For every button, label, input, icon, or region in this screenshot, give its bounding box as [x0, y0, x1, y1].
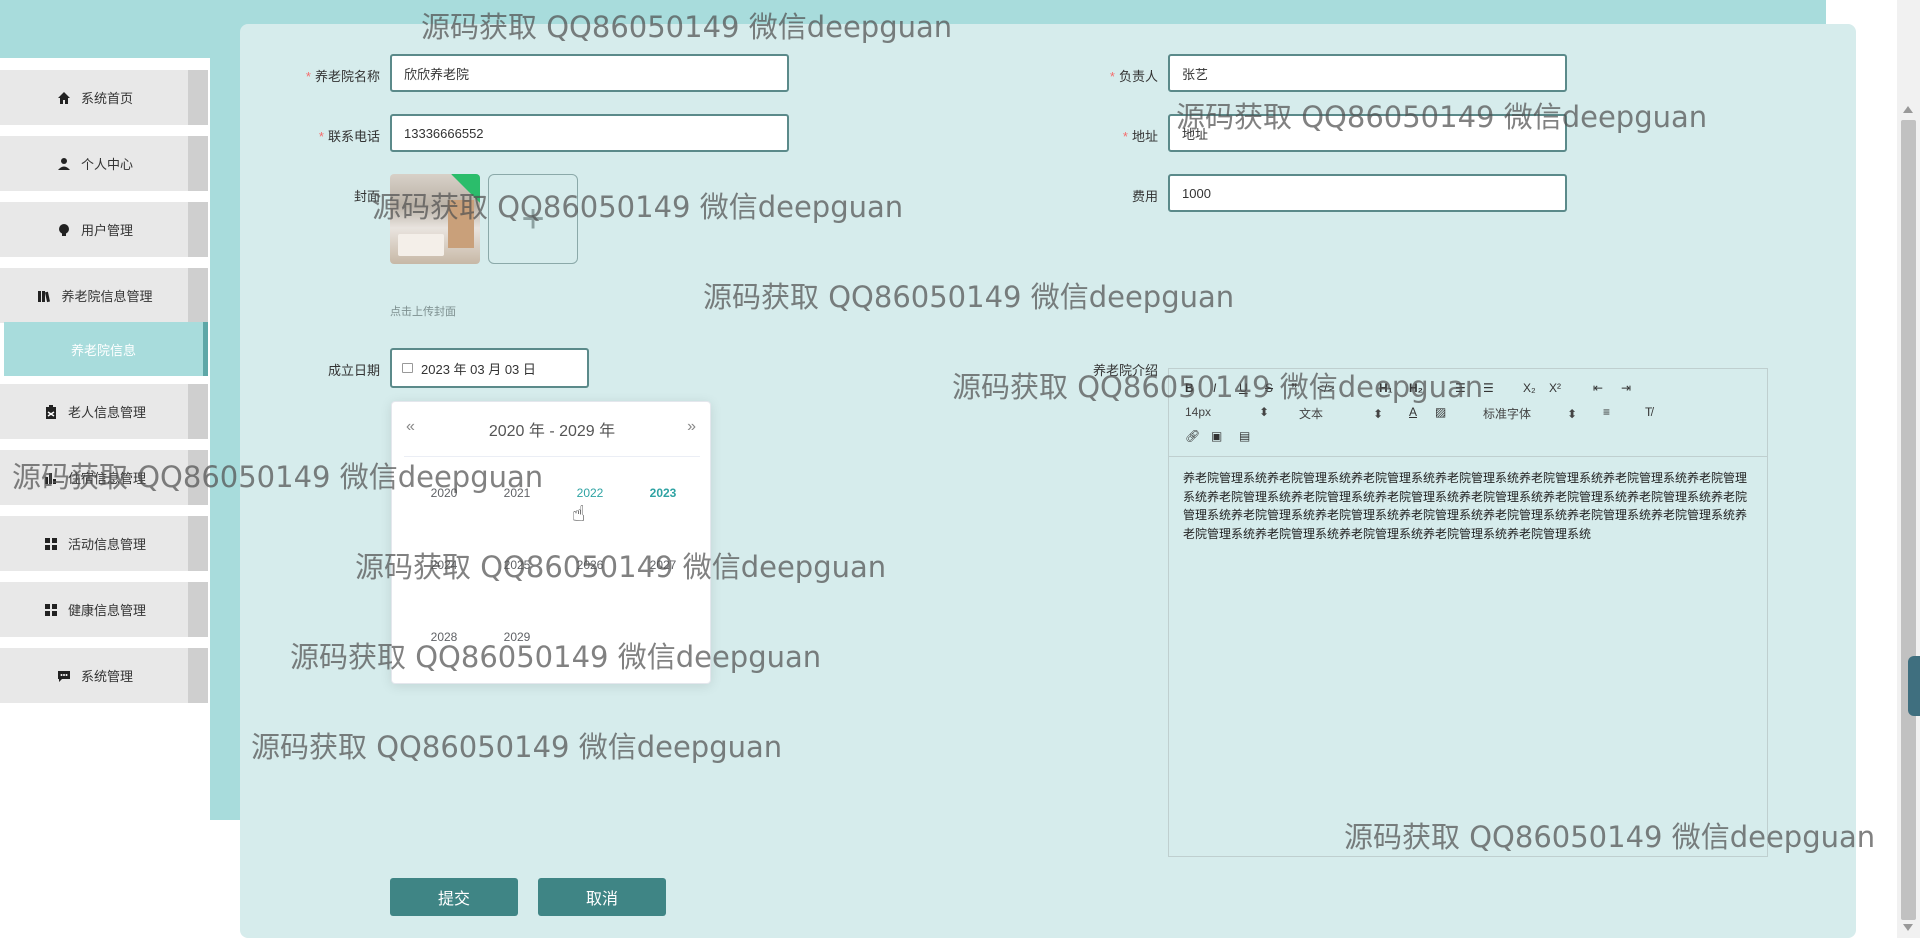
phone-label: * 联系电话 — [318, 129, 380, 144]
submenu-item-nursing-home-info[interactable]: 养老院信息 — [4, 322, 208, 376]
sidebar-item-label: 系统首页 — [80, 91, 133, 106]
indent-icon[interactable]: ⇥ — [1621, 381, 1631, 395]
submit-button[interactable]: 提交 — [390, 878, 518, 916]
sidebar-item-home[interactable]: 系统首页 — [0, 70, 208, 127]
align-icon[interactable]: ≡ — [1603, 405, 1610, 419]
fee-input[interactable]: 1000 — [1168, 174, 1567, 212]
sidebar-item-label: 个人中心 — [80, 157, 133, 172]
fee-label: 费用 — [1131, 189, 1158, 204]
watermark: 源码获取 QQ86050149 微信deepguan — [1344, 820, 1876, 854]
calendar-icon — [402, 363, 413, 373]
scroll-down-icon[interactable] — [1903, 924, 1913, 931]
sidebar-item-label: 老人信息管理 — [67, 405, 146, 420]
cancel-button[interactable]: 取消 — [538, 878, 666, 916]
outdent-icon[interactable]: ⇤ — [1593, 381, 1603, 395]
sidebar-item-users[interactable]: 用户管理 — [0, 202, 208, 259]
sidebar-item-label: 健康信息管理 — [67, 603, 146, 618]
watermark: 源码获取 QQ86050149 微信deepguan — [703, 280, 1235, 314]
watermark: 源码获取 QQ86050149 微信deepguan — [12, 460, 544, 494]
grid-icon — [44, 603, 58, 617]
watermark: 源码获取 QQ86050149 微信deepguan — [421, 10, 953, 44]
address-label: * 地址 — [1122, 129, 1158, 144]
superscript-icon[interactable]: X² — [1549, 381, 1561, 395]
bullet-list-icon[interactable]: ☰ — [1483, 381, 1494, 395]
picker-header: 2020 年 - 2029 年 — [488, 423, 616, 440]
pointer-cursor-icon: ☝ — [572, 501, 586, 526]
name-input[interactable]: 欣欣养老院 — [390, 54, 789, 92]
subscript-icon[interactable]: X₂ — [1523, 381, 1536, 395]
cover-label: 封面 — [353, 189, 380, 204]
font-family-select[interactable]: 标准字体 ⬍ — [1483, 405, 1577, 422]
year-cell[interactable]: 2022 — [560, 486, 620, 500]
font-size-select[interactable]: 14px ⬍ — [1185, 405, 1269, 419]
editor-content[interactable]: 养老院管理系统养老院管理系统养老院管理系统养老院管理系统养老院管理系统养老院管理… — [1183, 469, 1751, 543]
side-handle[interactable] — [1908, 656, 1920, 716]
clear-format-icon[interactable]: T̸ — [1645, 405, 1652, 419]
books-icon — [37, 289, 51, 303]
grid-icon — [44, 537, 58, 551]
scroll-up-icon[interactable] — [1903, 106, 1913, 113]
sidebar-item-activities[interactable]: 活动信息管理 — [0, 516, 208, 573]
sidebar-item-health[interactable]: 健康信息管理 — [0, 582, 208, 639]
submenu-item-label: 养老院信息 — [70, 342, 136, 358]
watermark: 源码获取 QQ86050149 微信deepguan — [372, 190, 904, 224]
rich-text-editor[interactable]: B I U S ❞ </> H₁ H₂ ☰ ☰ X₂ X² ⇤ ⇥ 14px ⬍ … — [1168, 368, 1768, 857]
text-type-select[interactable]: 文本 ⬍ — [1299, 405, 1383, 422]
manager-input[interactable]: 张艺 — [1168, 54, 1567, 92]
sidebar-item-elders[interactable]: 老人信息管理 — [0, 384, 208, 441]
sidebar-item-system[interactable]: 系统管理 — [0, 648, 208, 705]
sidebar-item-label: 养老院信息管理 — [61, 289, 153, 304]
date-label: 成立日期 — [327, 363, 380, 378]
watermark: 源码获取 QQ86050149 微信deepguan — [1176, 100, 1708, 134]
chat-icon — [57, 669, 71, 683]
upload-tip: 点击上传封面 — [390, 306, 456, 318]
user-icon — [57, 157, 71, 171]
background-color-icon[interactable]: ▨ — [1435, 405, 1446, 419]
watermark: 源码获取 QQ86050149 微信deepguan — [290, 640, 822, 674]
bulb-icon — [57, 223, 71, 237]
watermark: 源码获取 QQ86050149 微信deepguan — [355, 550, 887, 584]
sidebar-item-label: 活动信息管理 — [67, 537, 146, 552]
home-icon — [57, 91, 71, 105]
watermark: 源码获取 QQ86050149 微信deepguan — [952, 370, 1484, 404]
clipboard-icon — [44, 404, 58, 419]
link-icon[interactable]: 🔗︎ — [1185, 429, 1200, 443]
year-cell-current[interactable]: 2023 — [633, 486, 693, 500]
image-icon[interactable]: ▣ — [1211, 429, 1222, 443]
watermark: 源码获取 QQ86050149 微信deepguan — [251, 730, 783, 764]
sidebar-item-label: 系统管理 — [80, 669, 133, 684]
scrollbar-thumb[interactable] — [1901, 120, 1916, 920]
phone-input[interactable]: 13336666552 — [390, 114, 789, 152]
sidebar-item-label: 用户管理 — [80, 223, 133, 238]
manager-label: * 负责人 — [1109, 69, 1158, 84]
name-label: * 养老院名称 — [305, 69, 380, 84]
next-decade-button[interactable]: » — [687, 418, 696, 436]
font-color-icon[interactable]: A — [1409, 405, 1417, 419]
sidebar-item-nursing-home[interactable]: 养老院信息管理 — [0, 268, 208, 325]
save-icon[interactable]: ▤ — [1239, 429, 1250, 443]
sidebar-item-profile[interactable]: 个人中心 — [0, 136, 208, 193]
date-input[interactable]: 2023 年 03 月 03 日 — [390, 348, 589, 388]
